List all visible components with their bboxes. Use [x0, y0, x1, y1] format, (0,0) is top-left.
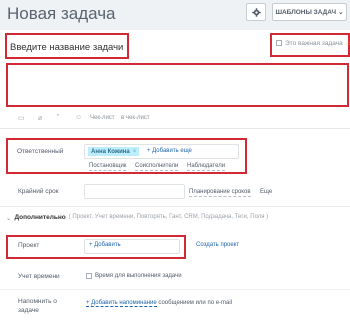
checklist-button[interactable]: Чек-лист [90, 115, 115, 121]
more-link[interactable]: Еще [260, 189, 272, 195]
reminder-suffix: сообщением или по e-mail [158, 300, 233, 306]
time-checkbox[interactable] [86, 273, 92, 279]
extra-list: ( Проект, Учет времени, Повторять, Гант,… [68, 214, 269, 220]
user-tag[interactable]: Анна Кожина × [88, 147, 140, 156]
chevron-down-icon: ⌄ [6, 215, 12, 222]
task-title-input[interactable]: Введите название задачи [10, 42, 123, 53]
add-reminder-link[interactable]: + Добавить напоминание [86, 300, 157, 307]
time-tracking-toggle[interactable]: Время для выполнения задачи [86, 273, 182, 279]
extra-section-toggle[interactable]: ⌄ Дополнительно ( Проект, Учет времени, … [6, 214, 268, 222]
templates-label: ШАБЛОНЫ ЗАДАЧ [275, 8, 337, 16]
extra-label: Дополнительно [14, 214, 66, 221]
templates-button[interactable]: ШАБЛОНЫ ЗАДАЧ ⌄ [272, 3, 347, 21]
user-name: Анна Кожина [91, 148, 130, 155]
project-label: Проект [18, 242, 40, 249]
page-title: Новая задача [7, 4, 116, 23]
time-checkbox-label: Время для выполнения задачи [95, 273, 182, 279]
remove-icon[interactable]: × [133, 149, 137, 155]
important-toggle[interactable]: Это важная задача ♨ [276, 39, 350, 47]
divider [0, 206, 350, 207]
create-project-link[interactable]: Создать проект [196, 242, 239, 248]
add-more-link[interactable]: + Добавить еще [147, 148, 192, 154]
mention-icon[interactable]: ☺ [75, 114, 82, 121]
role-link-creator[interactable]: Постановщик [89, 163, 127, 171]
attach-icon[interactable]: ⌀ [38, 114, 42, 122]
media-icon[interactable]: ▭ [18, 114, 25, 122]
flame-icon: ♨ [345, 40, 350, 47]
time-label: Учет времени [18, 273, 60, 280]
gear-icon [251, 7, 261, 17]
page-header: Новая задача ШАБЛОНЫ ЗАДАЧ ⌄ [0, 0, 350, 30]
plan-link[interactable]: Планирование сроков [189, 189, 251, 197]
reminder-row: + Добавить напоминание сообщением или по… [86, 300, 233, 307]
settings-button[interactable] [246, 3, 266, 21]
important-label: Это важная задача [285, 39, 343, 47]
divider [0, 289, 350, 290]
quote-icon[interactable]: ” [57, 114, 59, 121]
deadline-label: Крайний срок [18, 188, 59, 195]
role-link-observers[interactable]: Наблюдатели [187, 163, 226, 171]
to-checklist-button[interactable]: в чек-лист [121, 115, 150, 121]
task-form: Введите название задачи Это важная задач… [0, 30, 350, 320]
add-project-link[interactable]: + Добавить [89, 242, 121, 248]
deadline-input[interactable] [84, 184, 185, 199]
responsible-label: Ответственный [17, 148, 64, 155]
important-checkbox[interactable] [276, 40, 282, 46]
description-input[interactable] [6, 63, 349, 107]
divider [0, 128, 350, 129]
chevron-down-icon: ⌄ [338, 9, 344, 16]
reminder-label: Напомнить о задаче [18, 298, 57, 314]
role-link-assistants[interactable]: Соисполнители [135, 163, 179, 171]
